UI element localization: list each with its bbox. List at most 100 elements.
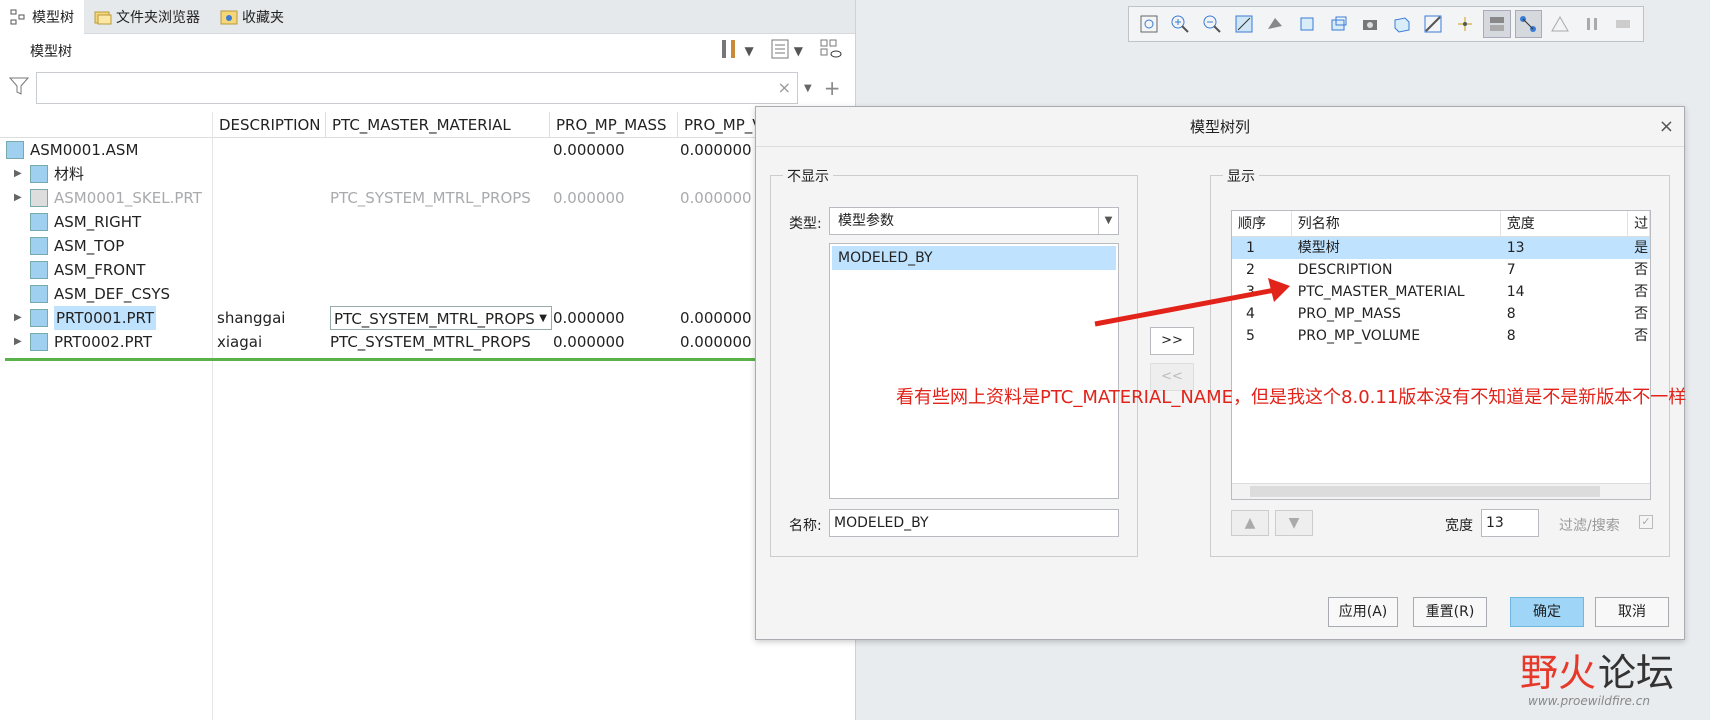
dialog-title: 模型树列 [1189,118,1250,136]
add-icon[interactable]: + [824,76,841,100]
col-header-material[interactable]: PTC_MASTER_MATERIAL [325,112,549,138]
zoom-out-icon[interactable] [1198,10,1226,38]
zoom-in-icon[interactable] [1167,10,1195,38]
tree-row[interactable]: ▶ ASM0001_SKEL.PRT PTC_SYSTEM_MTRL_PROPS 0.… [0,186,760,210]
navigator-tabs: 模型树 文件夹浏览器 收藏夹 [0,0,855,34]
expand-arrow-icon[interactable]: ▶ [14,162,24,186]
reset-button[interactable]: 重置(R) [1413,597,1487,627]
filter-search-checkbox[interactable]: ✓ [1639,515,1653,529]
cell-volume: 0.000000 [680,309,752,327]
width-spinner[interactable]: 13 [1481,509,1539,537]
material-value: PTC_SYSTEM_MTRL_PROPS [334,310,535,328]
hide-tool[interactable] [819,38,843,63]
name-input[interactable]: MODELED_BY [829,509,1119,537]
filter-input[interactable]: × [36,72,798,104]
tab-label: 模型树 [32,9,74,26]
cell-volume: 0.000000 [680,333,752,351]
th-column-name[interactable]: 列名称 [1292,211,1501,236]
tab-favorites[interactable]: 收藏夹 [210,0,294,34]
type-select[interactable]: 模型参数 ▼ [829,207,1119,235]
tree-title: 模型树 [30,44,72,60]
watermark-text-black: 论坛 [1598,651,1675,695]
ok-button[interactable]: 确定 [1510,597,1584,627]
spin-center-icon[interactable] [1482,10,1511,38]
warning-icon[interactable] [1546,10,1574,38]
cell-filter: 否 [1634,328,1649,344]
horizontal-scrollbar[interactable] [1232,483,1650,499]
tree-row[interactable]: ASM0001.ASM 0.000000 0.000000 [0,138,760,162]
filter-icon[interactable] [8,75,30,101]
cell-filter: 否 [1634,284,1649,300]
cell-width: 8 [1506,306,1516,322]
chevron-down-icon: ▼ [793,43,803,58]
annotation-display-icon[interactable] [1514,10,1543,38]
refit-icon[interactable] [1135,10,1163,38]
expand-arrow-icon[interactable]: ▶ [14,186,24,210]
cell-filter: 否 [1634,306,1649,322]
cell-description: xiagai [217,333,263,351]
tree-row[interactable]: ASM_DEF_CSYS [0,282,760,306]
th-order[interactable]: 顺序 [1232,211,1292,236]
tree-row[interactable]: ASM_TOP [0,234,760,258]
col-header-volume[interactable]: PRO_MP_V [677,112,757,138]
tree-item-name: ASM_FRONT [54,261,146,279]
pause-icon[interactable] [1578,10,1606,38]
show-tool[interactable]: ▼ [770,38,803,63]
settings-tool[interactable]: ▼ [719,38,754,63]
apply-button[interactable]: 应用(A) [1328,597,1398,627]
cell-filter: 是 [1634,240,1649,256]
expand-arrow-icon[interactable]: ▶ [14,306,24,330]
tree-item-name: ASM0001_SKEL.PRT [54,189,202,207]
tree-item-name: ASM_TOP [54,237,125,255]
name-label: 名称: [789,518,822,534]
filter-search-label: 过滤/搜索 [1559,518,1620,534]
th-width[interactable]: 宽度 [1501,211,1629,236]
tree-row[interactable]: ▶ 材料 [0,162,760,186]
material-icon [30,165,48,183]
tree-row[interactable]: ▶ PRT0002.PRT xiagai PTC_SYSTEM_MTRL_PROPS 0… [0,330,760,354]
tab-model-tree[interactable]: 模型树 [0,0,84,34]
view-toolbar [1128,6,1644,42]
tree-item-name: 材料 [54,165,85,183]
model-tree-columns-dialog: 模型树列 × 不显示 类型: 模型参数 ▼ MODELED_BY 名称: MOD… [755,106,1685,640]
cell-volume: 0.000000 [680,189,752,207]
move-up-button[interactable]: ▲ [1231,510,1269,536]
clear-icon[interactable]: × [778,78,791,97]
perspective-icon[interactable] [1388,10,1416,38]
cell-order: 1 [1246,240,1255,256]
repaint-icon[interactable] [1230,10,1258,38]
datum-display-icon[interactable] [1451,10,1479,38]
model-tree-panel: 模型树 文件夹浏览器 收藏夹 模型树 ▼ ▼ × ▼ + DESCRIPTION… [0,0,855,720]
datum-plane-icon [30,237,48,255]
tree-row[interactable]: ASM_FRONT [0,258,760,282]
sketch-icon[interactable] [1420,10,1448,38]
th-filter[interactable]: 过 [1628,211,1650,236]
chevron-down-icon[interactable]: ▼ [804,83,812,94]
tree-row[interactable]: ▶ PRT0001.PRT shanggai PTC_SYSTEM_MTRL_PROP… [0,306,760,330]
close-icon[interactable]: × [1659,107,1674,147]
camera-icon[interactable] [1356,10,1384,38]
part-icon [30,333,48,351]
list-item[interactable]: MODELED_BY [832,246,1116,270]
table-row[interactable]: 1 模型树 13 是 [1232,237,1650,259]
col-header-mass[interactable]: PRO_MP_MASS [549,112,677,138]
expand-arrow-icon[interactable]: ▶ [14,330,24,354]
material-select[interactable]: PTC_SYSTEM_MTRL_PROPS ▼ [330,306,552,330]
cell-mass: 0.000000 [553,189,625,207]
saved-views-icon[interactable] [1293,10,1321,38]
tab-folder-browser[interactable]: 文件夹浏览器 [84,0,210,34]
forum-watermark: 野火 论坛 www.proewildfire.cn [1520,642,1710,712]
cell-column-name: DESCRIPTION [1297,262,1393,278]
hidden-columns-group: 不显示 类型: 模型参数 ▼ MODELED_BY 名称: MODELED_BY [770,166,1138,557]
move-down-button[interactable]: ▼ [1275,510,1313,536]
scroll-thumb[interactable] [1250,486,1600,497]
cancel-button[interactable]: 取消 [1595,597,1669,627]
cell-column-name: PRO_MP_VOLUME [1297,328,1421,344]
next-icon[interactable] [1609,10,1637,38]
folder-browser-icon [94,9,112,25]
view-manager-icon[interactable] [1325,10,1353,38]
display-style-icon[interactable] [1262,10,1290,38]
skeleton-icon [30,189,48,207]
col-header-description[interactable]: DESCRIPTION [212,112,324,138]
tree-row[interactable]: ASM_RIGHT [0,210,760,234]
